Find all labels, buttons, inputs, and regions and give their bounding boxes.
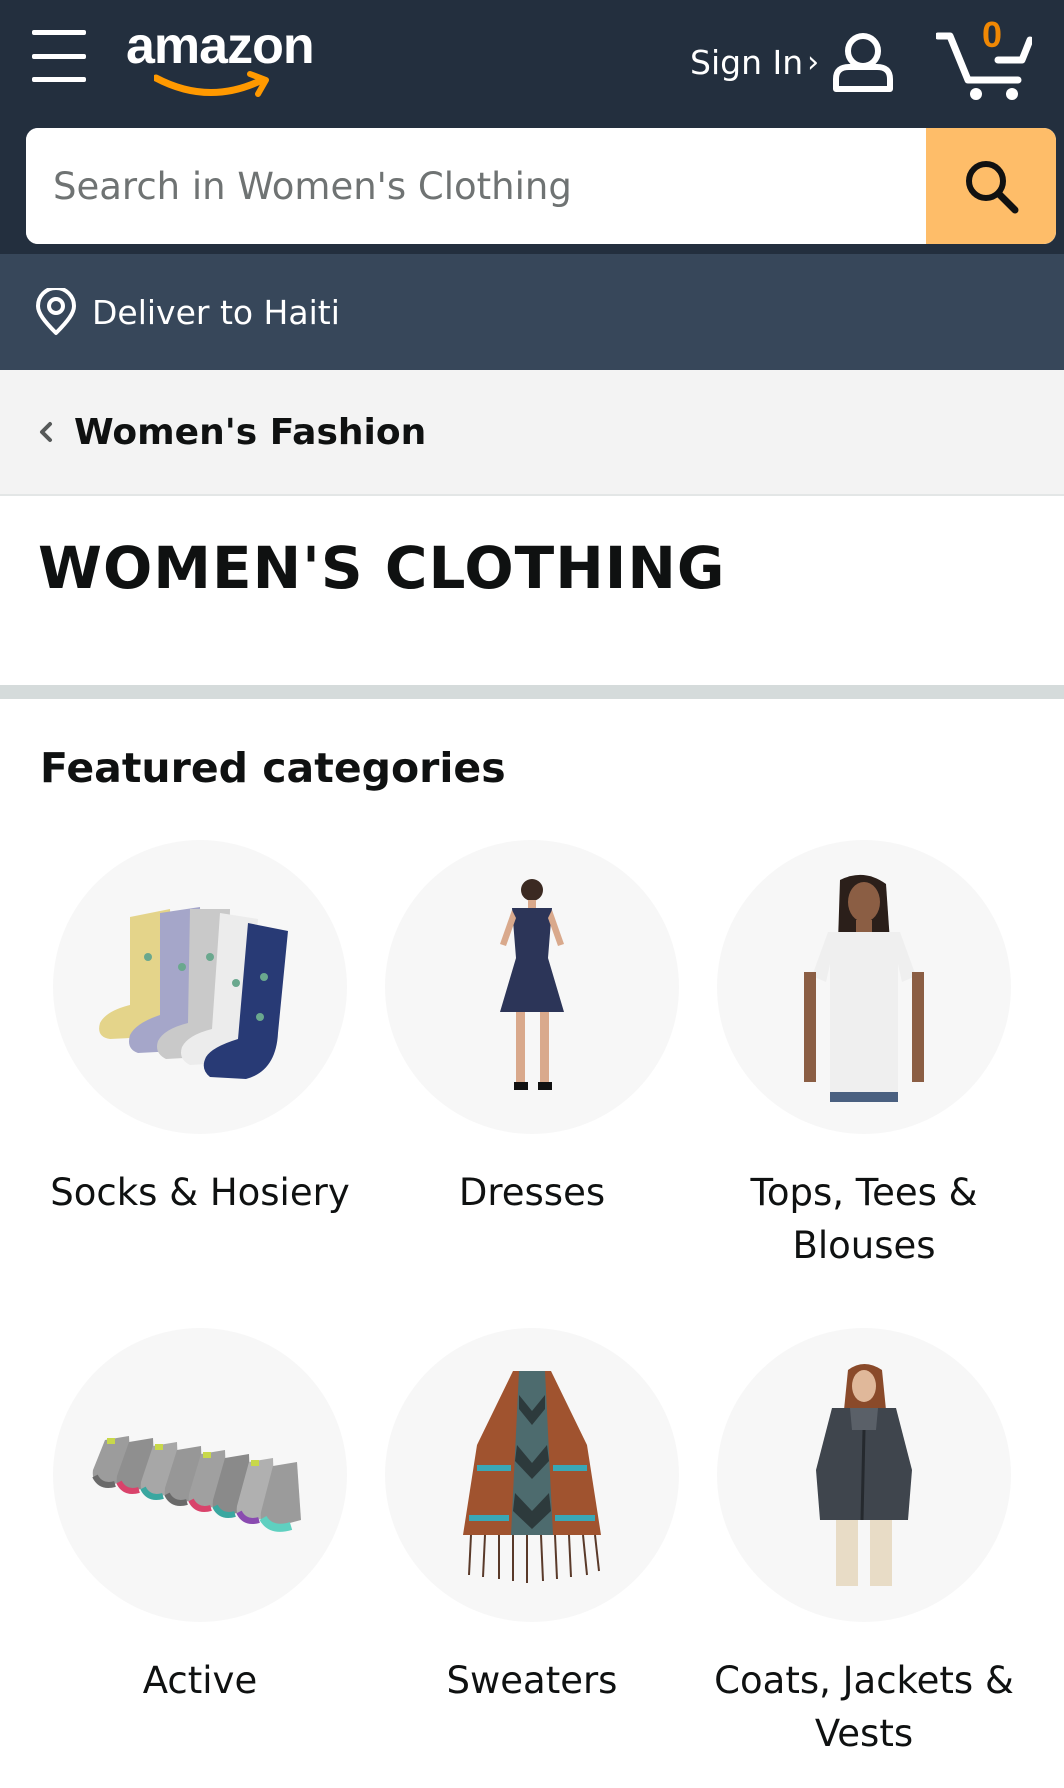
breadcrumb[interactable]: Women's Fashion: [0, 370, 1064, 496]
user-icon: [833, 33, 894, 92]
deliver-label: Deliver to Haiti: [92, 292, 340, 332]
category-label: Socks & Hosiery: [50, 1171, 350, 1214]
section-divider: [0, 685, 1064, 699]
category-sweaters[interactable]: Sweaters: [366, 1328, 698, 1707]
category-image: [717, 1328, 1011, 1622]
category-label: Tops, Tees & Blouses: [750, 1171, 978, 1267]
ankle-socks-image: [92, 1436, 301, 1532]
dress-image: [500, 879, 564, 1090]
category-label: Coats, Jackets & Vests: [714, 1659, 1014, 1755]
amazon-logo[interactable]: amazon: [126, 16, 346, 100]
category-label: Dresses: [458, 1171, 606, 1214]
category-tops-tees-blouses[interactable]: Tops, Tees & Blouses: [698, 840, 1030, 1272]
sign-in-button[interactable]: Sign In ›: [690, 33, 895, 92]
cart-button[interactable]: 0: [936, 14, 1036, 100]
search-input[interactable]: [26, 128, 926, 244]
tshirt-model-image: [804, 874, 924, 1102]
logo-smile-icon: [154, 71, 269, 97]
chevron-left-icon: [40, 422, 52, 442]
socks-image: [99, 907, 288, 1079]
category-socks-hosiery[interactable]: Socks & Hosiery: [34, 840, 366, 1219]
search-button[interactable]: [926, 128, 1056, 244]
category-image: [53, 840, 347, 1134]
hamburger-menu-icon[interactable]: [32, 30, 88, 82]
location-pin-icon: [36, 288, 76, 335]
sign-in-label: Sign In: [690, 42, 804, 82]
poncho-sweater-image: [463, 1371, 601, 1583]
deliver-to-bar[interactable]: Deliver to Haiti: [0, 254, 1064, 370]
category-label: Active: [142, 1659, 258, 1702]
category-active[interactable]: Active: [34, 1328, 366, 1707]
category-coats-jackets-vests[interactable]: Coats, Jackets & Vests: [698, 1328, 1030, 1760]
category-image: [385, 840, 679, 1134]
search-icon: [966, 161, 1019, 214]
jacket-model-image: [816, 1364, 912, 1586]
search-bar: [26, 128, 1056, 244]
logo-text: amazon: [126, 17, 315, 75]
cart-icon: [936, 32, 1032, 100]
page-title: WOMEN'S CLOTHING: [38, 534, 726, 602]
category-image: [385, 1328, 679, 1622]
category-image: [717, 840, 1011, 1134]
featured-categories-heading: Featured categories: [40, 744, 506, 792]
category-label: Sweaters: [446, 1659, 618, 1702]
header: amazon Sign In › 0: [0, 0, 1064, 254]
category-dresses[interactable]: Dresses: [366, 840, 698, 1219]
breadcrumb-label: Women's Fashion: [74, 411, 427, 453]
chevron-right-icon: ›: [807, 44, 820, 80]
category-image: [53, 1328, 347, 1622]
